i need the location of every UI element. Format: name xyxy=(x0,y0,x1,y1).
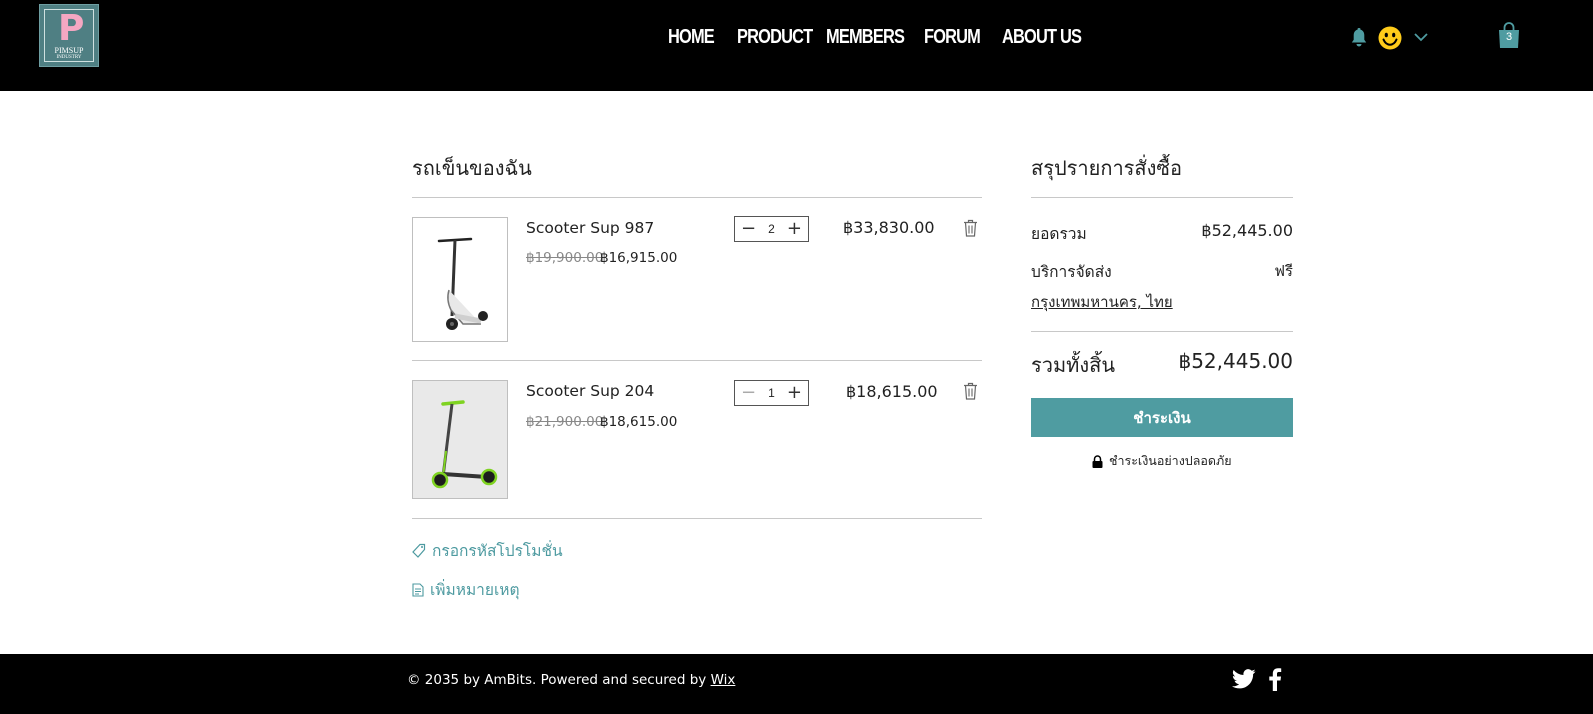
secure-label: ชำระเงินอย่างปลอดภัย xyxy=(1109,453,1232,468)
quantity-stepper: − 1 + xyxy=(734,380,809,406)
decrease-quantity-button[interactable]: − xyxy=(741,384,756,402)
scooter-green-image xyxy=(413,381,507,498)
product-sale-price: ฿18,615.00 xyxy=(600,414,678,430)
lock-icon xyxy=(1092,454,1103,468)
chevron-down-icon[interactable] xyxy=(1414,32,1428,42)
divider xyxy=(412,197,982,198)
copyright-text: © 2035 by AmBits. Powered and secured by… xyxy=(407,672,735,688)
nav-product[interactable]: PRODUCT xyxy=(737,25,813,49)
line-total: ฿33,830.00 xyxy=(843,218,935,237)
divider xyxy=(412,360,982,361)
checkout-button[interactable]: ชำระเงิน xyxy=(1031,398,1293,437)
logo-frame: P PIMSUP INDUSTRY xyxy=(44,9,94,62)
note-label: เพิ่มหมายเหตุ xyxy=(430,581,520,599)
trash-icon[interactable] xyxy=(963,382,978,400)
summary-title: สรุปรายการสั่งซื้อ xyxy=(1031,156,1182,180)
smiley-avatar-icon[interactable] xyxy=(1378,26,1402,50)
product-original-price: ฿19,900.00 xyxy=(526,250,604,266)
enter-promo-code-link[interactable]: กรอกรหัสโปรโมชั่น xyxy=(412,538,563,563)
line-total: ฿18,615.00 xyxy=(846,382,938,401)
trash-icon[interactable] xyxy=(963,219,978,237)
product-name[interactable]: Scooter Sup 987 xyxy=(526,219,654,237)
increase-quantity-button[interactable]: + xyxy=(787,384,802,402)
wix-link[interactable]: Wix xyxy=(711,672,736,688)
subtotal-label: ยอดรวม xyxy=(1031,225,1087,243)
add-note-link[interactable]: เพิ่มหมายเหตุ xyxy=(412,577,520,602)
bell-icon[interactable] xyxy=(1350,28,1368,48)
shipping-location-link[interactable]: กรุงเทพมหานคร, ไทย xyxy=(1031,290,1173,314)
shipping-value: ฟรี xyxy=(1274,262,1293,280)
nav-about-us[interactable]: ABOUT US xyxy=(1002,25,1082,49)
decrease-quantity-button[interactable]: − xyxy=(741,220,756,238)
nav-members[interactable]: MEMBERS xyxy=(826,25,905,49)
product-sale-price: ฿16,915.00 xyxy=(600,250,678,266)
facebook-icon[interactable] xyxy=(1268,668,1282,691)
site-logo[interactable]: P PIMSUP INDUSTRY xyxy=(39,4,99,67)
total-value: ฿52,445.00 xyxy=(1178,349,1293,373)
nav-forum[interactable]: FORUM xyxy=(924,25,981,49)
increase-quantity-button[interactable]: + xyxy=(787,220,802,238)
logo-letter: P xyxy=(58,8,85,49)
logo-line2: INDUSTRY xyxy=(56,55,82,60)
logo-line1: PIMSUP xyxy=(54,46,84,55)
shipping-label: บริการจัดส่ง xyxy=(1031,263,1112,281)
quantity-value[interactable]: 2 xyxy=(768,222,775,236)
note-icon xyxy=(412,582,424,597)
twitter-icon[interactable] xyxy=(1232,669,1256,689)
site-header: P PIMSUP INDUSTRY HOME PRODUCT MEMBERS F… xyxy=(0,0,1593,91)
scooter-white-image xyxy=(413,218,507,341)
divider xyxy=(1031,197,1293,198)
quantity-stepper: − 2 + xyxy=(734,216,809,242)
divider xyxy=(1031,331,1293,332)
total-label: รวมทั้งสิ้น xyxy=(1031,353,1115,377)
product-name[interactable]: Scooter Sup 204 xyxy=(526,382,654,400)
promo-label: กรอกรหัสโปรโมชั่น xyxy=(432,542,563,560)
product-original-price: ฿21,900.00 xyxy=(526,414,604,430)
product-image-scooter-987[interactable] xyxy=(412,217,508,342)
secure-checkout-note: ชำระเงินอย่างปลอดภัย xyxy=(1092,451,1232,471)
tag-icon xyxy=(412,543,426,558)
copyright-label: © 2035 by AmBits. Powered and secured by xyxy=(407,672,707,688)
product-image-scooter-204[interactable] xyxy=(412,380,508,499)
cart-count-badge: 3 xyxy=(1505,31,1513,43)
quantity-value[interactable]: 1 xyxy=(768,386,775,400)
divider xyxy=(412,518,982,519)
nav-home[interactable]: HOME xyxy=(668,25,715,49)
site-footer xyxy=(0,654,1593,714)
cart-title: รถเข็นของฉัน xyxy=(412,156,532,180)
subtotal-value: ฿52,445.00 xyxy=(1201,221,1293,240)
